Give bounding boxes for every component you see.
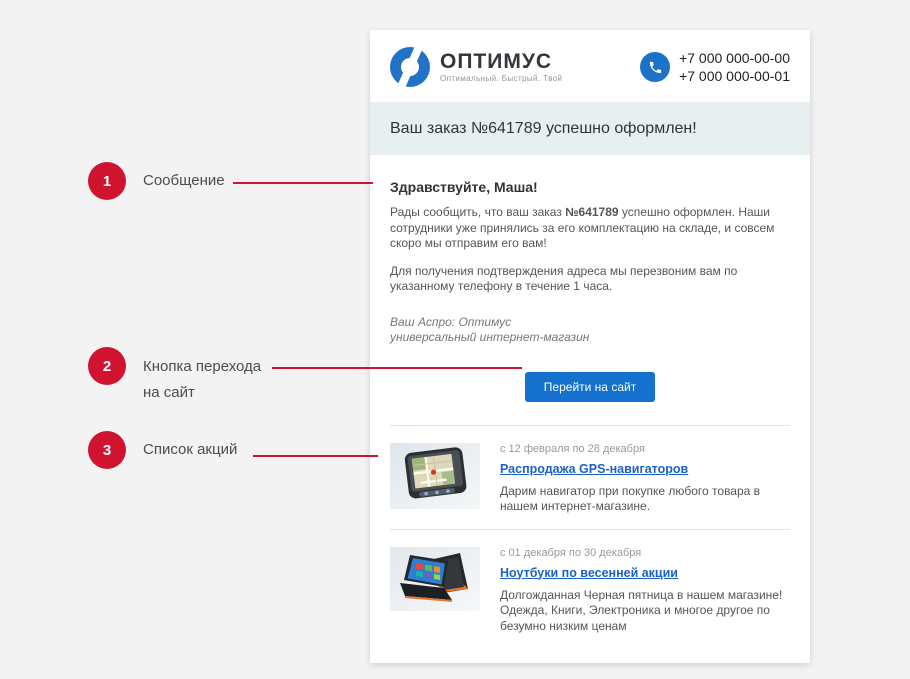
visit-site-button[interactable]: Перейти на сайт [525, 372, 655, 402]
phone-number: +7 000 000-00-01 [679, 67, 790, 85]
promo-description: Дарим навигатор при покупке любого товар… [500, 484, 790, 515]
phone-number: +7 000 000-00-00 [679, 49, 790, 67]
order-number: №641789 [565, 205, 618, 219]
promo-item-gps: с 12 февраля по 28 декабря Распродажа GP… [390, 426, 790, 529]
annotation-item-site-button: 2 Кнопка перехода на сайт [88, 347, 318, 407]
promo-item-laptops: с 01 декабря по 30 декабря Ноутбуки по в… [390, 530, 790, 649]
annotation-number-badge: 3 [88, 431, 126, 469]
subject-text: Ваш заказ №641789 успешно оформлен! [390, 120, 697, 138]
page-root: { "colors":{ "accent":"#d0142f", "brand"… [0, 0, 910, 679]
brand-name: ОПТИМУС [440, 51, 562, 73]
annotation-item-promo-list: 3 Список акций [88, 431, 318, 471]
promo-title-link[interactable]: Распродажа GPS-навигаторов [500, 462, 688, 476]
annotation-label: Кнопка перехода на сайт [143, 354, 273, 406]
phone-icon [640, 52, 670, 82]
order-paragraph: Рады сообщить, что ваш заказ №641789 усп… [390, 205, 790, 252]
callback-paragraph: Для получения подтверждения адреса мы пе… [390, 264, 790, 295]
email-card: ОПТИМУС Оптимальный. Быстрый. Твой +7 00… [370, 30, 810, 663]
annotation-connector-line [253, 455, 378, 457]
promo-dates: с 12 февраля по 28 декабря [500, 443, 790, 455]
promo-image-laptops[interactable] [390, 547, 480, 635]
promo-body: с 01 декабря по 30 декабря Ноутбуки по в… [500, 547, 790, 635]
promo-image-gps[interactable] [390, 443, 480, 515]
promo-body: с 12 февраля по 28 декабря Распродажа GP… [500, 443, 790, 515]
phone-block: +7 000 000-00-00 +7 000 000-00-01 [640, 49, 790, 85]
annotation-number-badge: 2 [88, 347, 126, 385]
promo-title-link[interactable]: Ноутбуки по весенней акции [500, 566, 678, 580]
button-row: Перейти на сайт [390, 372, 790, 402]
annotation-label: Сообщение [143, 168, 293, 194]
annotation-connector-line [233, 182, 373, 184]
annotation-label: Список акций [143, 437, 293, 463]
annotation-connector-line [272, 367, 522, 369]
optimus-logo-icon [390, 47, 430, 87]
subject-bar: Ваш заказ №641789 успешно оформлен! [370, 102, 810, 155]
brand-logo: ОПТИМУС Оптимальный. Быстрый. Твой [390, 47, 562, 87]
promo-description: Долгожданная Черная пятница в нашем мага… [500, 588, 790, 635]
brand-text: ОПТИМУС Оптимальный. Быстрый. Твой [440, 51, 562, 83]
email-body: Здравствуйте, Маша! Рады сообщить, что в… [370, 179, 810, 663]
annotation-number-badge: 1 [88, 162, 126, 200]
brand-tagline: Оптимальный. Быстрый. Твой [440, 74, 562, 83]
email-header: ОПТИМУС Оптимальный. Быстрый. Твой +7 00… [370, 30, 810, 102]
greeting-heading: Здравствуйте, Маша! [390, 179, 790, 195]
phone-numbers: +7 000 000-00-00 +7 000 000-00-01 [679, 49, 790, 85]
signature: Ваш Аспро: Оптимус универсальный интерне… [390, 315, 790, 346]
promo-dates: с 01 декабря по 30 декабря [500, 547, 790, 559]
